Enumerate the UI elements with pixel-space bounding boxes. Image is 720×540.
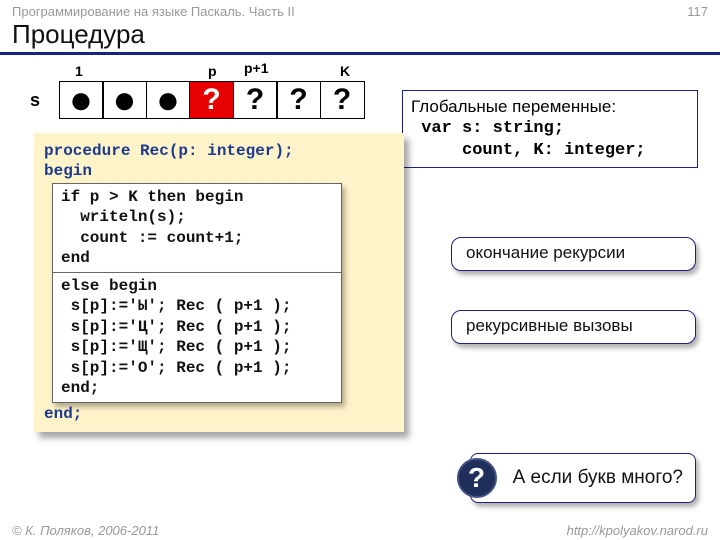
code-line: procedure Rec(p: integer); — [44, 141, 394, 161]
callout-termination: окончание рекурсии — [451, 237, 696, 271]
array-label: s — [30, 90, 48, 111]
question-text: А если букв много? — [513, 467, 683, 489]
array-cell: ? — [276, 81, 321, 119]
slide-title: Процедура — [0, 19, 720, 55]
question-callout: ? А если букв много? — [470, 453, 696, 503]
array-cell: ? — [233, 81, 278, 119]
globals-title: Глобальные переменные: — [411, 96, 689, 118]
question-icon: ? — [457, 458, 497, 498]
globals-line: count, K: integer; — [411, 140, 689, 162]
array-cell-current: ? — [189, 81, 234, 119]
globals-box: Глобальные переменные: var s: string; co… — [402, 90, 698, 168]
array-cell: ● — [102, 81, 147, 119]
code-box-terminate: if p > K then begin writeln(s); count :=… — [52, 183, 342, 273]
globals-line: var s: string; — [411, 118, 689, 140]
footer-url: http://kpolyakov.narod.ru — [567, 523, 708, 538]
code-line: begin — [44, 161, 394, 181]
course-title: Программирование на языке Паскаль. Часть… — [12, 4, 295, 19]
array-cell: ● — [59, 81, 104, 119]
array-cell: ? — [320, 81, 365, 119]
array-cell: ● — [146, 81, 191, 119]
code-box-recurse: else begin s[p]:='Ы'; Rec ( p+1 ); s[p]:… — [52, 272, 342, 403]
page-number: 117 — [687, 4, 708, 19]
code-line: end; — [44, 404, 394, 424]
callout-recursion: рекурсивные вызовы — [451, 310, 696, 344]
code-block: procedure Rec(p: integer); begin if p > … — [34, 133, 404, 432]
footer-copyright: © К. Поляков, 2006-2011 — [12, 523, 159, 538]
